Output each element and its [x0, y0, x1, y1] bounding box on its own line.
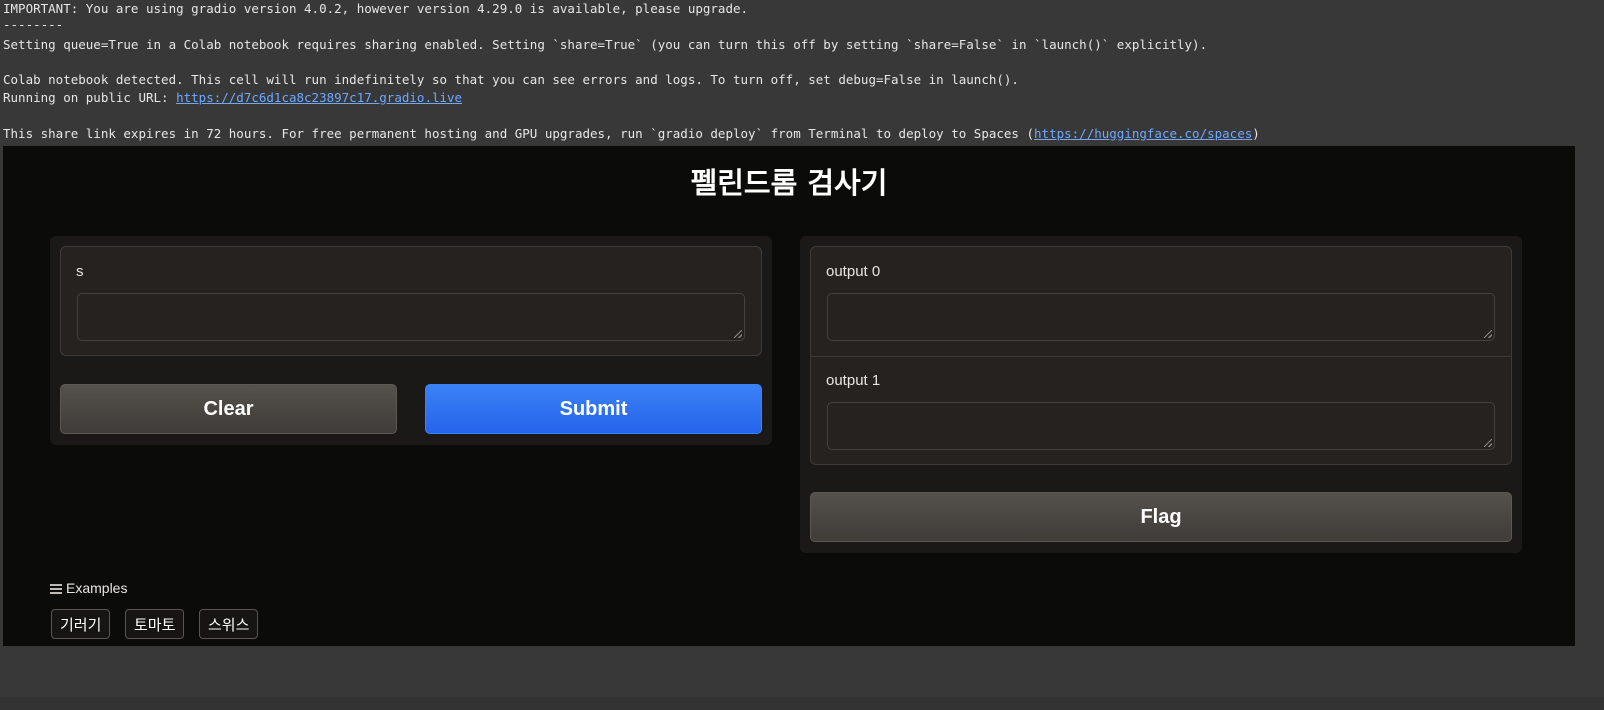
console-output: IMPORTANT: You are using gradio version … [0, 0, 1604, 146]
gradio-app: 펠린드롬 검사기 s Clear Submit output 0 output … [3, 146, 1575, 646]
console-line-public-url: Running on public URL: https://d7c6d1ca8… [3, 89, 462, 107]
resize-handle-icon[interactable] [1484, 330, 1492, 338]
example-item[interactable]: 스위스 [199, 609, 259, 639]
huggingface-spaces-link[interactable]: https://huggingface.co/spaces [1034, 126, 1252, 141]
share-expiry-text: This share link expires in 72 hours. For… [3, 126, 1035, 141]
public-url-prefix: Running on public URL: [3, 90, 177, 105]
examples-heading: Examples [50, 580, 127, 596]
example-item[interactable]: 토마토 [125, 609, 185, 639]
list-icon [50, 583, 62, 594]
flag-button[interactable]: Flag [810, 492, 1512, 542]
console-line-share-expiry: This share link expires in 72 hours. For… [3, 125, 1260, 143]
resize-handle-icon[interactable] [1484, 439, 1492, 447]
page-title: 펠린드롬 검사기 [690, 166, 888, 200]
output-1-textbox[interactable] [827, 402, 1495, 450]
output-0-textbox[interactable] [827, 293, 1495, 341]
console-line-separator: -------- [3, 17, 64, 32]
output-0-label: output 0 [826, 263, 881, 280]
input-textbox[interactable] [77, 293, 745, 341]
examples-label: Examples [66, 580, 128, 596]
share-expiry-suffix: ) [1252, 126, 1260, 141]
submit-button[interactable]: Submit [425, 384, 762, 434]
console-line-warning: IMPORTANT: You are using gradio version … [3, 1, 749, 16]
output-block: output 0 output 1 [810, 246, 1512, 465]
input-label: s [76, 263, 84, 280]
output-divider [811, 356, 1511, 357]
public-url-link[interactable]: https://d7c6d1ca8c23897c17.gradio.live [176, 90, 462, 105]
output-panel: output 0 output 1 Flag [800, 236, 1522, 553]
console-line-colab: Colab notebook detected. This cell will … [3, 72, 1019, 87]
console-line-queue: Setting queue=True in a Colab notebook r… [3, 37, 1208, 52]
notebook-bottom-edge [0, 697, 1604, 710]
input-block: s [60, 246, 762, 356]
output-1-label: output 1 [826, 372, 881, 389]
clear-button[interactable]: Clear [60, 384, 397, 434]
input-panel: s Clear Submit [50, 236, 772, 445]
example-item[interactable]: 기러기 [51, 609, 111, 639]
resize-handle-icon[interactable] [734, 330, 742, 338]
